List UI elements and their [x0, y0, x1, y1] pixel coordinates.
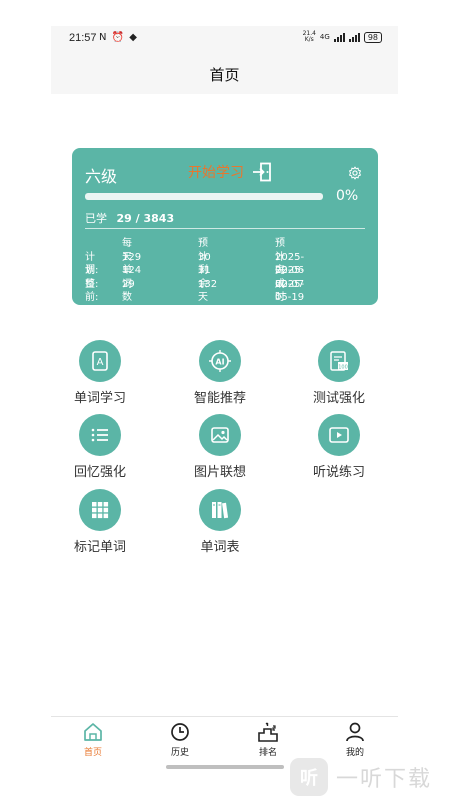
svg-text:100: 100 [338, 364, 348, 370]
home-indicator[interactable] [166, 765, 284, 769]
battery-icon: 98 [363, 31, 382, 43]
signal-icon [333, 32, 345, 42]
nav-history[interactable]: 历史 [155, 722, 205, 758]
card-divider [85, 228, 365, 229]
stats-per-day: 29 [122, 278, 135, 290]
feature-word-list[interactable]: 单词表 [180, 489, 260, 555]
ranking-icon [258, 722, 278, 742]
test-icon: 100 [318, 340, 360, 382]
net-speed: 21.4 K/s [303, 31, 316, 43]
phone-screen: 21:57 N ⏰ ◆ 21.4 K/s 4G 98 首页 六级 开始学习 0%… [51, 26, 398, 776]
stats-per-day: 129 [122, 251, 142, 263]
start-study-label: 开始学习 [188, 165, 244, 181]
feature-label: 标记单词 [73, 540, 126, 555]
svg-text:AI: AI [215, 358, 224, 367]
net-speed-unit: K/s [304, 36, 314, 43]
svg-text:A: A [97, 357, 104, 368]
video-icon [318, 414, 360, 456]
feature-label: 测试强化 [312, 391, 365, 406]
nav-profile[interactable]: 我的 [330, 722, 380, 758]
bottom-navigation: 首页 历史 排名 我的 [51, 716, 398, 761]
list-icon [79, 414, 121, 456]
signal-2-icon [348, 32, 360, 42]
books-icon [199, 489, 241, 531]
ai-icon: AI [199, 340, 241, 382]
feature-label: 单词表 [200, 540, 240, 555]
study-progress-card: 六级 开始学习 0% 已学 29 / 3843 每天单词数 预计剩余天数 预计完… [72, 148, 378, 317]
feature-test-strengthen[interactable]: 100 测试强化 [299, 340, 379, 406]
progress-percent: 0% [336, 188, 359, 204]
word-book-icon: A [79, 340, 121, 382]
nav-label: 首页 [83, 748, 102, 758]
stats-per-day: 124 [122, 265, 142, 276]
network-type: 4G [319, 33, 330, 41]
feature-mark-words[interactable]: 标记单词 [60, 489, 140, 555]
nav-label: 排名 [258, 748, 277, 758]
watermark: 听 一听下载 [290, 757, 450, 797]
learned-label: 已学 [85, 212, 107, 225]
status-bar: 21:57 N ⏰ ◆ 21.4 K/s 4G 98 [51, 26, 398, 52]
watermark-text: 一听下载 [336, 767, 433, 792]
stats-row-label: 目前: [85, 278, 99, 304]
door-enter-icon [253, 162, 271, 182]
stats-finish-date: 2025-05-19 [275, 278, 305, 304]
page-title: 首页 [209, 66, 240, 84]
feature-word-study[interactable]: A 单词学习 [60, 340, 140, 406]
image-icon [199, 414, 241, 456]
clock-icon [171, 723, 189, 741]
nav-label: 历史 [170, 748, 189, 758]
status-right: 21.4 K/s 4G 98 [303, 31, 382, 43]
nav-ranking[interactable]: 排名 [243, 722, 293, 758]
feature-listen-speak[interactable]: 听说练习 [299, 414, 379, 480]
progress-bar [85, 193, 323, 200]
watermark-logo-icon: 听 [290, 758, 328, 796]
feature-label: 智能推荐 [193, 391, 246, 406]
status-time: 21:57 [69, 32, 97, 44]
nav-home[interactable]: 首页 [68, 722, 118, 758]
learned-count: 29 / 3843 [116, 212, 175, 225]
feature-label: 听说练习 [312, 465, 365, 480]
app-header: 首页 [51, 52, 398, 94]
feature-image-association[interactable]: 图片联想 [180, 414, 260, 480]
stats-remaining-days: 132 [198, 278, 218, 290]
level-label[interactable]: 六级 [85, 163, 117, 187]
grid-icon [79, 489, 121, 531]
feature-smart-recommend[interactable]: AI 智能推荐 [180, 340, 260, 406]
feature-label: 回忆强化 [73, 465, 126, 480]
learned-summary: 已学 29 / 3843 [85, 210, 174, 226]
feature-label: 单词学习 [73, 391, 126, 406]
feature-label: 图片联想 [193, 465, 246, 480]
start-study-button[interactable]: 开始学习 [188, 162, 272, 182]
status-notification-icons: N ⏰ ◆ [99, 32, 138, 43]
gear-icon[interactable] [348, 166, 362, 180]
home-icon [84, 723, 102, 741]
feature-recall-strengthen[interactable]: 回忆强化 [60, 414, 140, 480]
stats-remaining-days: 30 [198, 251, 211, 263]
user-icon [346, 722, 364, 742]
stats-remaining-days: 31 [198, 265, 211, 276]
